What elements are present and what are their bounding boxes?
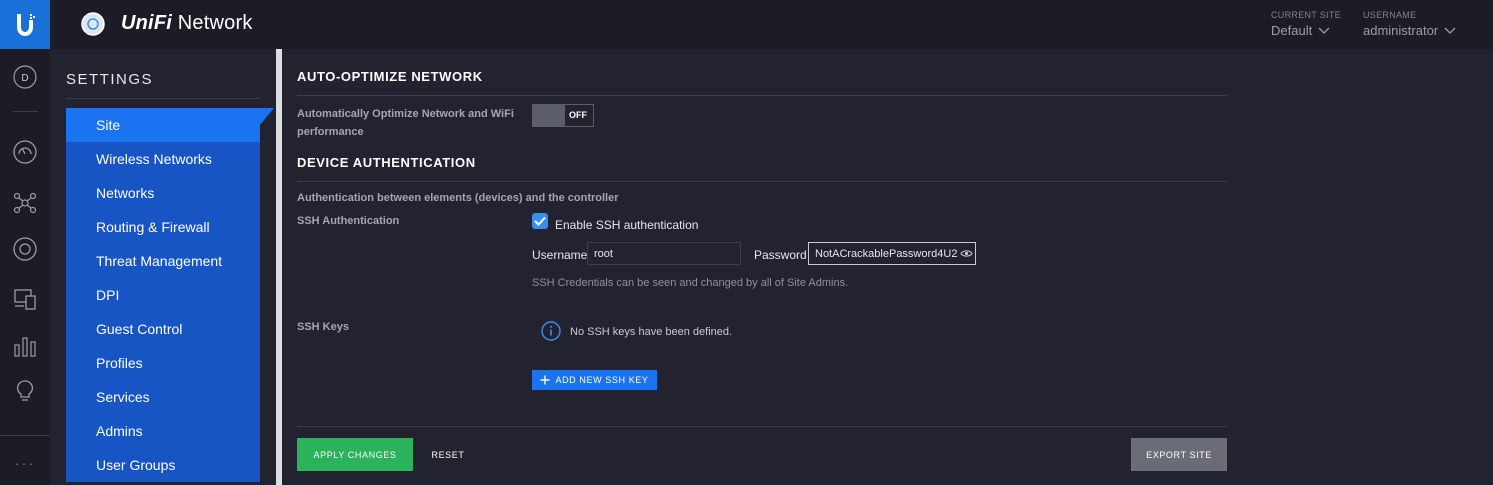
sidebar-scrollbar[interactable] xyxy=(276,49,282,485)
settings-title: SETTINGS xyxy=(66,71,154,88)
topology-icon[interactable] xyxy=(11,189,39,217)
site-value: Default xyxy=(1271,23,1313,38)
auto-optimize-label-line: Automatically Optimize Network and WiFi xyxy=(297,108,514,120)
nav-item-guest-control[interactable]: Guest Control xyxy=(66,312,260,346)
nav-item-routing-firewall[interactable]: Routing & Firewall xyxy=(66,210,260,244)
toggle-state: OFF xyxy=(569,110,587,120)
nav-item-label: Site xyxy=(96,117,121,133)
nav-item-site[interactable]: Site xyxy=(66,108,260,142)
rail-divider xyxy=(0,435,50,436)
no-ssh-keys-text: No SSH keys have been defined. xyxy=(570,326,733,338)
svg-text:D: D xyxy=(21,73,28,84)
nav-item-profiles[interactable]: Profiles xyxy=(66,346,260,380)
apply-changes-button[interactable]: APPLY CHANGES xyxy=(297,438,413,471)
nav-item-admins[interactable]: Admins xyxy=(66,414,260,448)
device-auth-heading: DEVICE AUTHENTICATION xyxy=(297,155,476,170)
reset-button[interactable]: RESET xyxy=(417,438,479,471)
ubiquiti-logo-icon xyxy=(17,13,35,36)
add-ssh-key-label: ADD NEW SSH KEY xyxy=(555,375,649,385)
brand-suffix: Network xyxy=(177,12,253,34)
rail-divider xyxy=(12,111,38,112)
nav-item-label: Guest Control xyxy=(96,321,183,337)
site-settings-panel: AUTO-OPTIMIZE NETWORK Automatically Opti… xyxy=(297,49,1227,485)
nav-item-label: Threat Management xyxy=(96,253,223,269)
ssh-username-field[interactable] xyxy=(587,242,741,265)
enable-ssh-checkbox[interactable] xyxy=(532,213,548,229)
info-icon xyxy=(541,321,561,346)
auto-optimize-toggle[interactable]: OFF xyxy=(532,104,594,127)
nav-item-label: DPI xyxy=(96,287,120,303)
section-divider xyxy=(297,95,1227,96)
plus-icon xyxy=(540,375,550,385)
nav-item-user-groups[interactable]: User Groups xyxy=(66,448,260,482)
ssh-auth-label: SSH Authentication xyxy=(297,215,400,227)
nav-item-dpi[interactable]: DPI xyxy=(66,278,260,312)
toggle-knob xyxy=(533,105,565,126)
nav-item-label: Routing & Firewall xyxy=(96,219,210,235)
username-value: administrator xyxy=(1363,23,1439,38)
show-password-icon[interactable] xyxy=(957,249,975,258)
insights-icon[interactable] xyxy=(11,377,39,405)
user-menu[interactable]: USERNAME administrator xyxy=(1363,10,1456,38)
nav-item-label: Networks xyxy=(96,185,155,201)
nav-item-label: Wireless Networks xyxy=(96,151,212,167)
auto-optimize-label-line: performance xyxy=(297,126,364,138)
active-nav-indicator xyxy=(260,108,274,142)
ubiquiti-logo[interactable] xyxy=(0,0,50,49)
chevron-down-icon xyxy=(1444,27,1456,34)
nav-item-label: Profiles xyxy=(96,355,143,371)
username-field-label: Username xyxy=(532,248,588,262)
brand-name: UniFi xyxy=(121,12,172,34)
chevron-down-icon xyxy=(1318,27,1330,34)
ssh-help-text: SSH Credentials can be seen and changed … xyxy=(532,277,849,289)
nav-item-services[interactable]: Services xyxy=(66,380,260,414)
nav-item-threat-management[interactable]: Threat Management xyxy=(66,244,260,278)
nav-item-networks[interactable]: Networks xyxy=(66,176,260,210)
ssh-password-field[interactable]: NotACrackablePassword4U2 xyxy=(808,242,976,265)
app-title: UniFi Network xyxy=(121,12,253,35)
ssh-keys-label: SSH Keys xyxy=(297,321,349,333)
settings-divider xyxy=(66,98,260,99)
auto-optimize-heading: AUTO-OPTIMIZE NETWORK xyxy=(297,69,483,84)
checkmark-icon xyxy=(534,216,546,226)
nav-item-label: User Groups xyxy=(96,457,176,473)
nav-item-label: Admins xyxy=(96,423,143,439)
clients-icon[interactable] xyxy=(11,285,39,313)
top-bar: UniFi Network CURRENT SITE Default USERN… xyxy=(0,0,1493,49)
footer-divider xyxy=(297,426,1227,427)
site-selector[interactable]: CURRENT SITE Default xyxy=(1271,10,1341,38)
settings-sidebar: SETTINGS Site Wireless Networks Networks… xyxy=(50,49,276,485)
device-avatar[interactable]: D xyxy=(11,63,39,91)
avatar-circle-icon: D xyxy=(13,65,37,89)
dashboard-icon[interactable] xyxy=(11,138,39,166)
unifi-device-icon xyxy=(80,11,106,37)
nav-item-wireless-networks[interactable]: Wireless Networks xyxy=(66,142,260,176)
statistics-icon[interactable] xyxy=(11,332,39,360)
settings-nav: Site Wireless Networks Networks Routing … xyxy=(66,108,260,482)
password-field-label: Password xyxy=(754,248,807,262)
ssh-password-value: NotACrackablePassword4U2 xyxy=(815,247,957,260)
export-site-button[interactable]: EXPORT SITE xyxy=(1131,438,1227,471)
icon-rail: D ··· xyxy=(0,49,50,485)
device-auth-description: Authentication between elements (devices… xyxy=(297,192,619,204)
site-label: CURRENT SITE xyxy=(1271,10,1341,20)
more-icon[interactable]: ··· xyxy=(11,449,39,477)
nav-item-label: Services xyxy=(96,389,150,405)
enable-ssh-label: Enable SSH authentication xyxy=(555,218,699,232)
section-divider xyxy=(297,181,1227,182)
auto-optimize-label: Automatically Optimize Network and WiFi … xyxy=(297,105,514,141)
devices-icon[interactable] xyxy=(11,235,39,263)
add-ssh-key-button[interactable]: ADD NEW SSH KEY xyxy=(532,370,657,390)
username-label: USERNAME xyxy=(1363,10,1417,20)
